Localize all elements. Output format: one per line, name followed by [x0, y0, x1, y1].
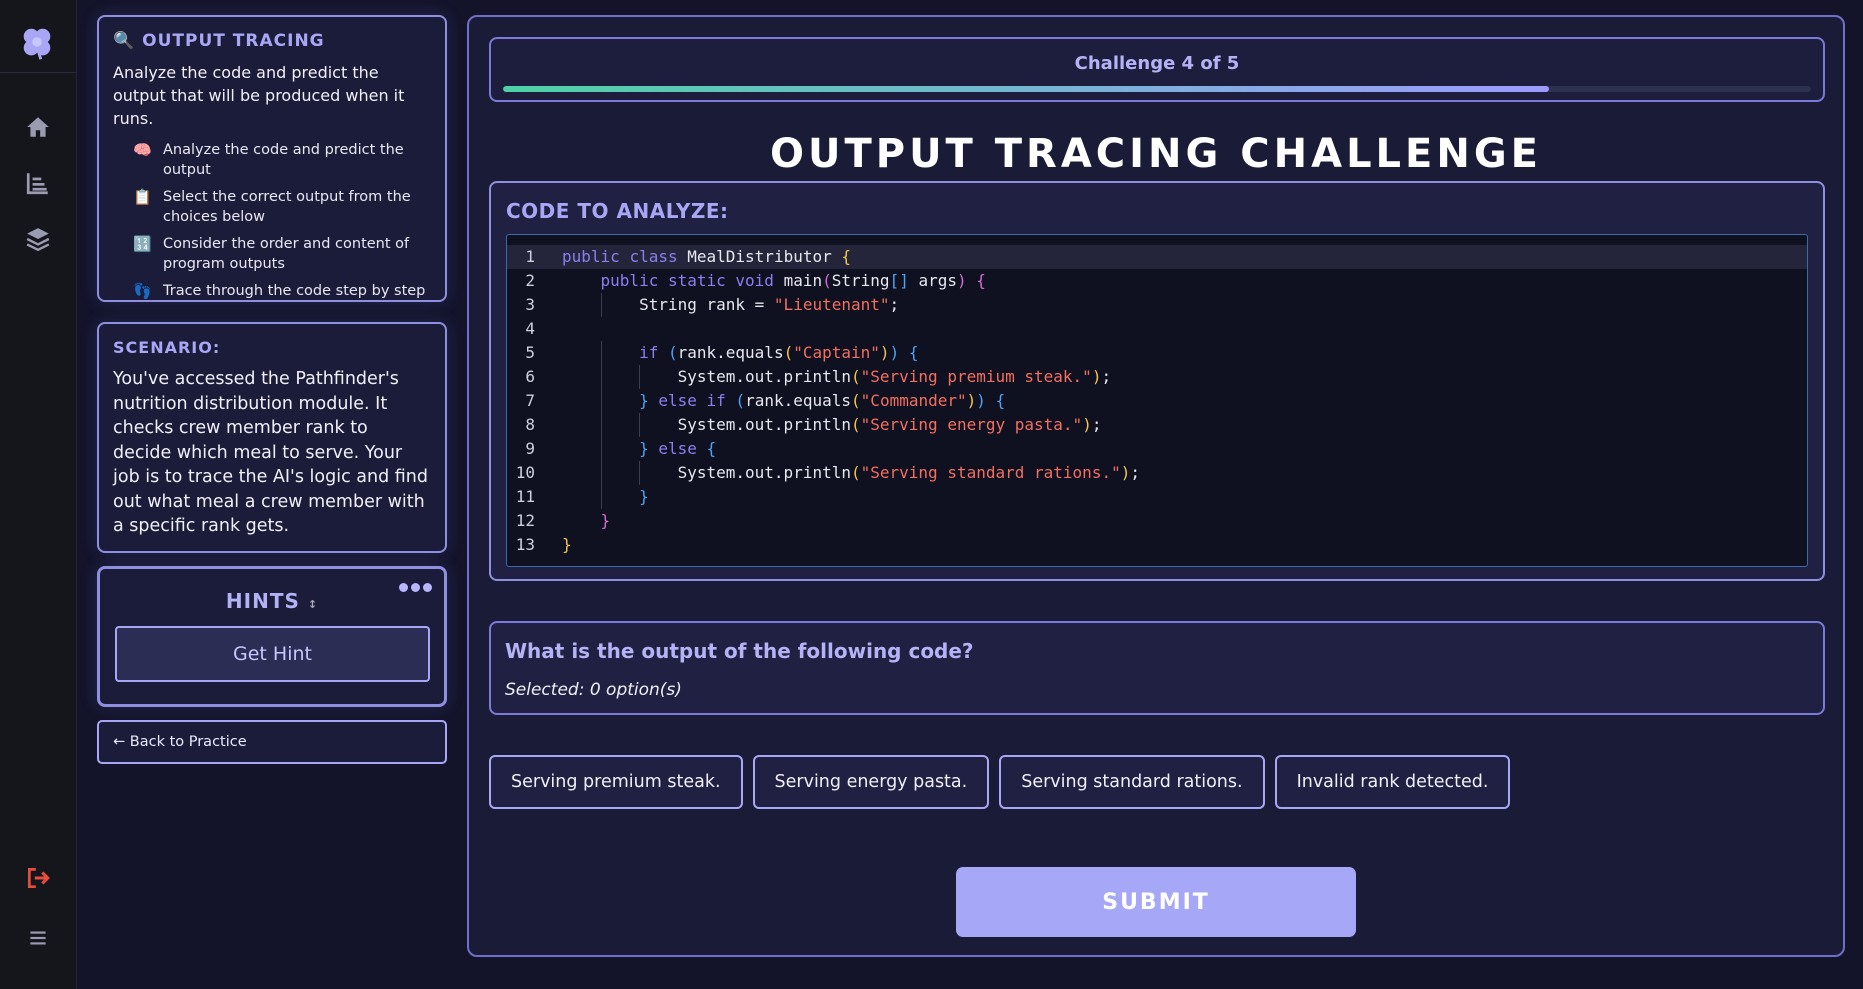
scenario-title: SCENARIO:	[113, 338, 221, 357]
list-item: 🧠 Analyze the code and predict the output	[133, 140, 431, 180]
sort-arrows-icon: ↕	[307, 598, 319, 611]
rail-divider	[0, 72, 77, 73]
code-line: 12 }	[507, 509, 1807, 533]
line-number: 11	[515, 487, 535, 506]
clover-logo-icon[interactable]	[18, 24, 56, 62]
progress-box: Challenge 4 of 5	[489, 37, 1825, 102]
list-item-text: Consider the order and content of progra…	[163, 236, 410, 272]
code-line: 11 }	[507, 485, 1807, 509]
options-row: Serving premium steak. Serving energy pa…	[489, 755, 1511, 809]
question-box: What is the output of the following code…	[489, 621, 1825, 715]
option-button[interactable]: Serving premium steak.	[489, 755, 743, 809]
instructions-title: OUTPUT TRACING	[142, 31, 325, 51]
line-number: 13	[515, 535, 535, 554]
main-panel: Challenge 4 of 5 OUTPUT TRACING CHALLENG…	[467, 15, 1845, 957]
progress-label: Challenge 4 of 5	[1074, 53, 1240, 74]
code-text: public class MealDistributor {	[562, 247, 852, 266]
line-number: 1	[525, 247, 535, 266]
code-line: 13}	[507, 533, 1807, 557]
progress-track	[503, 86, 1811, 92]
list-item-text: Select the correct output from the choic…	[163, 189, 411, 225]
code-line: 3 String rank = "Lieutenant";	[507, 293, 1807, 317]
code-text: System.out.println("Serving energy pasta…	[562, 415, 1102, 434]
code-line: 10 System.out.println("Serving standard …	[507, 461, 1807, 485]
layers-icon[interactable]	[23, 224, 53, 254]
code-text: String rank = "Lieutenant";	[562, 295, 900, 314]
selected-count: Selected: 0 option(s)	[505, 680, 682, 700]
line-number: 4	[525, 319, 535, 338]
footprints-icon: 👣	[133, 282, 152, 300]
code-text: }	[600, 511, 611, 530]
brain-icon: 🧠	[133, 141, 152, 159]
line-number: 6	[525, 367, 535, 386]
list-item: 📋 Select the correct output from the choi…	[133, 187, 431, 227]
code-line: 9 } else {	[507, 437, 1807, 461]
code-line: 8 System.out.println("Serving energy pas…	[507, 413, 1807, 437]
code-line: 1 public class MealDistributor {	[507, 245, 1807, 269]
line-number: 12	[515, 511, 535, 530]
code-text: }	[562, 535, 572, 554]
code-editor[interactable]: 1 public class MealDistributor { 2 public …	[506, 234, 1808, 567]
more-options-icon[interactable]	[399, 583, 432, 592]
line-number: 10	[515, 463, 535, 482]
option-button[interactable]: Serving energy pasta.	[752, 755, 990, 809]
instructions-header: 🔍 OUTPUT TRACING	[113, 31, 431, 51]
code-text: public static void main(String[] args) {	[600, 271, 986, 290]
instructions-description: Analyze the code and predict the output …	[113, 63, 405, 128]
left-rail	[0, 0, 77, 989]
scenario-panel: SCENARIO: You've accessed the Pathfinder…	[97, 322, 447, 553]
instructions-list: 🧠 Analyze the code and predict the output…	[113, 140, 431, 301]
back-to-practice-button[interactable]: ← Back to Practice	[97, 720, 447, 764]
line-number: 3	[525, 295, 535, 314]
code-line: 2 public static void main(String[] args)…	[507, 269, 1807, 293]
get-hint-button[interactable]: Get Hint	[115, 626, 430, 682]
code-line: 5 if (rank.equals("Captain")) {	[507, 341, 1807, 365]
code-title: CODE TO ANALYZE:	[506, 199, 729, 223]
progress-fill	[503, 86, 1550, 92]
line-number: 7	[525, 391, 535, 410]
chart-icon[interactable]	[23, 168, 53, 198]
home-icon[interactable]	[23, 112, 53, 142]
code-text: } else {	[639, 439, 717, 458]
code-text: }	[639, 487, 649, 506]
magnifier-icon: 🔍	[113, 31, 135, 51]
hints-title[interactable]: HINTS ↕	[100, 589, 444, 613]
list-item-text: Analyze the code and predict the output	[163, 142, 404, 178]
line-number: 9	[525, 439, 535, 458]
question-text: What is the output of the following code…	[505, 639, 974, 663]
list-item-text: Trace through the code step by step	[163, 283, 426, 299]
option-button[interactable]: Invalid rank detected.	[1274, 755, 1511, 809]
code-text: System.out.println("Serving standard rat…	[562, 463, 1140, 482]
hints-panel: HINTS ↕ Get Hint	[97, 566, 447, 707]
clipboard-icon: 📋	[133, 188, 152, 206]
scenario-body: You've accessed the Pathfinder's nutriti…	[113, 369, 428, 536]
code-text: System.out.println("Serving premium stea…	[562, 367, 1112, 386]
code-text: } else if (rank.equals("Commander")) {	[639, 391, 1006, 410]
code-panel: CODE TO ANALYZE: 1 public class MealDistr…	[489, 181, 1825, 581]
code-line: 6 System.out.println("Serving premium st…	[507, 365, 1807, 389]
list-item: 🔢 Consider the order and content of progr…	[133, 234, 431, 274]
code-line: 7 } else if (rank.equals("Commander")) {	[507, 389, 1807, 413]
list-item: 👣 Trace through the code step by step	[133, 281, 431, 301]
line-number: 5	[525, 343, 535, 362]
numbers-icon: 🔢	[133, 235, 152, 253]
line-number: 8	[525, 415, 535, 434]
hints-title-text: HINTS	[225, 589, 300, 613]
line-number: 2	[525, 271, 535, 290]
instructions-panel: 🔍 OUTPUT TRACING Analyze the code and pr…	[97, 15, 447, 302]
code-text: if (rank.equals("Captain")) {	[639, 343, 919, 362]
option-button[interactable]: Serving standard rations.	[999, 755, 1265, 809]
menu-icon[interactable]	[23, 923, 53, 953]
logout-icon[interactable]	[23, 863, 53, 893]
submit-button[interactable]: SUBMIT	[956, 867, 1356, 937]
page-title: OUTPUT TRACING CHALLENGE	[769, 131, 1542, 177]
code-line: 4	[507, 317, 1807, 341]
